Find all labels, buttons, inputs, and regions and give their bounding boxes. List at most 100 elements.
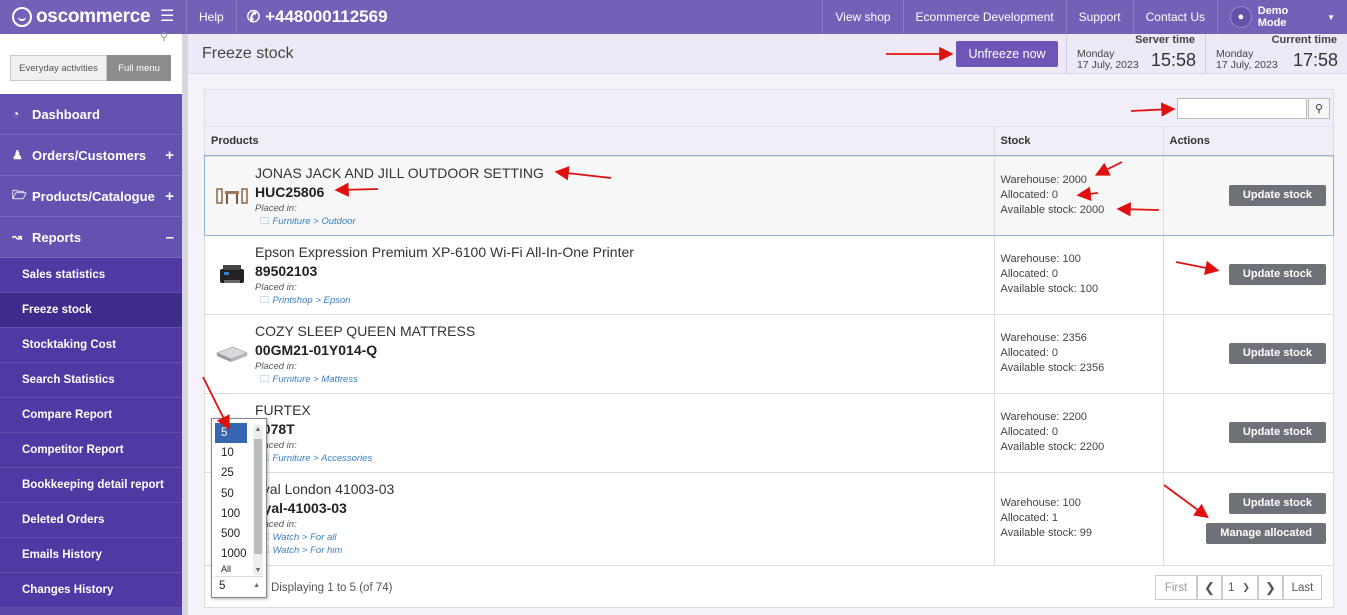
stock-info: Warehouse: 2356 Allocated: 0 Available sto… — [994, 314, 1164, 394]
category-link[interactable]: Epson — [323, 295, 350, 306]
everyday-activities-button[interactable]: Everyday activities — [10, 55, 107, 81]
chevron-down-icon: ▼ — [1327, 12, 1335, 22]
per-page-dropdown[interactable]: 5 10 25 50 100 500 1000 All ▲ ▼ 5 ▲ — [211, 418, 267, 598]
current-time: Current time Monday 17 July, 2023 17:58 — [1205, 34, 1347, 74]
phone-icon: ✆ — [246, 9, 261, 26]
product-name: COZY SLEEP QUEEN MATTRESS — [255, 322, 476, 339]
sidebar-item-bookkeeping-detail-report[interactable]: Bookkeeping detail report — [0, 468, 182, 503]
per-page-option[interactable]: 10 — [212, 443, 256, 463]
category-link[interactable]: Outdoor — [321, 216, 355, 227]
category-link[interactable]: Furniture — [273, 453, 311, 464]
category-link[interactable]: Printshop — [273, 295, 313, 306]
freeze-stock-panel: ⚲ Products Stock Actions JONAS JACK AND … — [204, 89, 1334, 608]
column-header-actions: Actions — [1163, 127, 1333, 157]
last-page-button[interactable]: Last — [1283, 575, 1322, 600]
category-link[interactable]: Furniture — [273, 374, 311, 385]
unfreeze-now-button[interactable]: Unfreeze now — [956, 41, 1058, 67]
per-page-option[interactable]: 5 — [215, 423, 247, 443]
view-shop-link[interactable]: View shop — [822, 0, 902, 34]
chevron-right-icon: ❯ — [1265, 579, 1276, 595]
folder-icon: 🗀 — [260, 373, 270, 385]
support-link[interactable]: Support — [1065, 0, 1133, 34]
category-link[interactable]: For all — [310, 532, 336, 543]
folder-icon: 🗀 — [260, 294, 270, 306]
first-page-button[interactable]: First — [1155, 575, 1197, 600]
menu-toggle-icon[interactable]: ☰ — [160, 9, 174, 25]
sidebar-item-orders-customers[interactable]: ♟ Orders/Customers + — [0, 135, 182, 176]
logo[interactable]: oscommerce — [0, 0, 186, 34]
column-header-products[interactable]: Products — [205, 127, 995, 157]
sidebar-item-search-statistics[interactable]: Search Statistics — [0, 363, 182, 398]
page-title: Freeze stock — [202, 45, 294, 62]
top-bar: oscommerce ☰ Help ✆ +448000112569 View sh… — [0, 0, 1347, 34]
sidebar-item-emails-history[interactable]: Emails History — [0, 538, 182, 573]
sidebar-item-reports[interactable]: ↝ Reports – — [0, 217, 182, 258]
sidebar-scrollbar[interactable] — [182, 34, 188, 615]
per-page-option[interactable]: 25 — [212, 463, 256, 483]
table-row[interactable]: FURTEX 3078T Placed in: 🗀Furniture > Acc… — [205, 393, 1333, 473]
next-page-button[interactable]: ❯ — [1258, 575, 1283, 600]
search-icon: ⚲ — [1314, 103, 1324, 115]
category-link[interactable]: Watch — [273, 545, 300, 556]
table-row[interactable]: oyal London 41003-03 oyal-41003-03 Place… — [205, 472, 1333, 566]
sidebar-item-stocktaking-cost[interactable]: Stocktaking Cost — [0, 328, 182, 363]
sidebar-search[interactable]: ⚲ — [0, 31, 182, 43]
phone-number: ✆ +448000112569 — [246, 7, 388, 26]
update-stock-button[interactable]: Update stock — [1228, 493, 1326, 514]
dropdown-scrollbar[interactable]: ▲ ▼ — [253, 425, 263, 575]
sidebar-item-dashboard[interactable]: ◔ Dashboard — [0, 94, 182, 135]
per-page-option[interactable]: 50 — [212, 484, 256, 504]
category-path: 🗀 Furniture > Mattress — [260, 373, 358, 385]
per-page-option[interactable]: 500 — [212, 524, 256, 544]
search-input[interactable] — [1177, 98, 1307, 119]
update-stock-button[interactable]: Update stock — [1228, 422, 1326, 443]
full-menu-button[interactable]: Full menu — [107, 55, 171, 81]
per-page-select[interactable]: 5 ▲ — [215, 576, 263, 594]
sidebar-item-competitor-report[interactable]: Competitor Report — [0, 433, 182, 468]
update-stock-button[interactable]: Update stock — [1228, 185, 1326, 206]
prev-page-button[interactable]: ❮ — [1197, 575, 1222, 600]
sidebar-item-deleted-orders[interactable]: Deleted Orders — [0, 503, 182, 538]
category-link[interactable]: Furniture — [273, 216, 311, 227]
users-icon: ♟ — [12, 148, 23, 162]
page-select[interactable]: 1 ❯ — [1222, 575, 1258, 600]
column-header-stock[interactable]: Stock — [994, 127, 1164, 157]
page-header: Freeze stock Unfreeze now Server time Mo… — [188, 34, 1347, 74]
collapse-icon: – — [165, 229, 174, 246]
sidebar-item-products-catalogue[interactable]: 🗁 Products/Catalogue + — [0, 176, 182, 217]
sidebar-item-compare-report[interactable]: Compare Report — [0, 398, 182, 433]
category-link[interactable]: Watch — [273, 532, 300, 543]
products-table: Products Stock Actions JONAS JACK AND JI… — [204, 127, 1334, 566]
product-name: oyal London 41003-03 — [255, 481, 395, 497]
category-link[interactable]: Accessories — [321, 453, 372, 464]
category-path: 🗀 Furniture > Outdoor — [260, 215, 356, 227]
category-link[interactable]: Mattress — [321, 374, 357, 385]
search-button[interactable]: ⚲ — [1308, 98, 1330, 119]
category-link[interactable]: For him — [310, 545, 342, 556]
sidebar-item-freeze-stock[interactable]: Freeze stock — [0, 293, 182, 328]
displaying-count: Displaying 1 to 5 (of 74) — [271, 582, 393, 594]
manage-allocated-button[interactable]: Manage allocated — [1206, 523, 1326, 544]
per-page-option[interactable]: All — [212, 565, 256, 573]
folder-icon: 🗁 — [12, 187, 27, 202]
sidebar-item-sales-statistics[interactable]: Sales statistics — [0, 258, 182, 293]
sidebar-item-changes-history[interactable]: Changes History — [0, 573, 182, 608]
ecommerce-development-link[interactable]: Ecommerce Development — [902, 0, 1066, 34]
table-row[interactable]: COZY SLEEP QUEEN MATTRESS 00GM21-01Y014-… — [205, 314, 1333, 394]
stock-info: Warehouse: 2000 Allocated: 0 Available sto… — [994, 156, 1164, 236]
per-page-option[interactable]: 1000 — [212, 544, 256, 564]
update-stock-button[interactable]: Update stock — [1228, 264, 1326, 285]
table-row[interactable]: Epson Expression Premium XP-6100 Wi-Fi A… — [205, 235, 1333, 315]
table-row[interactable]: JONAS JACK AND JILL OUTDOOR SETTING HUC2… — [204, 155, 1334, 236]
help-link[interactable]: Help — [186, 0, 237, 34]
expand-icon: + — [165, 188, 174, 205]
product-code: 3078T — [255, 420, 295, 437]
update-stock-button[interactable]: Update stock — [1228, 343, 1326, 364]
per-page-option[interactable]: 100 — [212, 504, 256, 524]
contact-us-link[interactable]: Contact Us — [1132, 0, 1217, 34]
avatar: ● — [1230, 6, 1252, 28]
stock-info: Warehouse: 100 Allocated: 0 Available stoc… — [994, 235, 1164, 315]
user-menu[interactable]: ● Demo Mode ▼ — [1217, 0, 1347, 34]
product-name: Epson Expression Premium XP-6100 Wi-Fi A… — [255, 243, 634, 260]
sidebar: ⚲ Everyday activities Full menu ◔ Dashboa… — [0, 31, 182, 615]
